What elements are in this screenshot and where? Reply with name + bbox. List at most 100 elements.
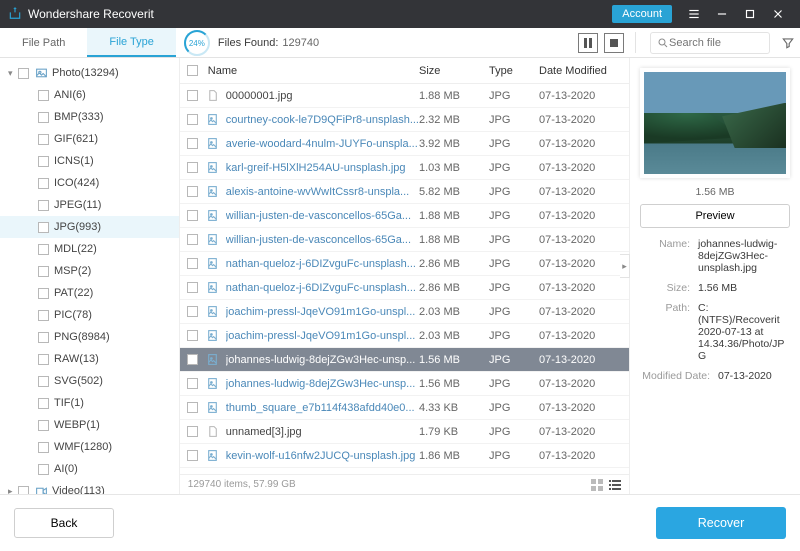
tree-item[interactable]: ICNS(1) <box>0 150 179 172</box>
col-type[interactable]: Type <box>489 65 539 77</box>
row-checkbox[interactable] <box>187 426 198 437</box>
checkbox[interactable] <box>38 156 49 167</box>
tree-photo[interactable]: ▾ Photo(13294) <box>0 62 179 84</box>
maximize-icon[interactable] <box>736 0 764 28</box>
chevron-down-icon[interactable]: ▾ <box>8 68 18 79</box>
list-view-icon[interactable] <box>609 479 621 491</box>
table-row[interactable]: unnamed[3].jpg1.79 KBJPG07-13-2020 <box>180 420 629 444</box>
pause-button[interactable] <box>578 33 598 53</box>
table-row[interactable]: thumb_square_e7b114f438afdd40e0...4.33 K… <box>180 396 629 420</box>
table-row[interactable]: averie-woodard-4nulm-JUYFo-unspla...3.92… <box>180 132 629 156</box>
recover-button[interactable]: Recover <box>656 507 786 539</box>
tree-item[interactable]: AI(0) <box>0 458 179 480</box>
checkbox[interactable] <box>38 310 49 321</box>
stop-button[interactable] <box>604 33 624 53</box>
checkbox[interactable] <box>38 420 49 431</box>
table-row[interactable]: nathan-queloz-j-6DIZvguFc-unsplash...2.8… <box>180 276 629 300</box>
tree-item[interactable]: SVG(502) <box>0 370 179 392</box>
checkbox[interactable] <box>38 442 49 453</box>
tree-item[interactable]: JPEG(11) <box>0 194 179 216</box>
checkbox[interactable] <box>38 266 49 277</box>
checkbox[interactable] <box>38 178 49 189</box>
checkbox[interactable] <box>18 486 29 495</box>
tree-item[interactable]: WMF(1280) <box>0 436 179 458</box>
file-type-tree[interactable]: ▾ Photo(13294) ANI(6)BMP(333)GIF(621)ICN… <box>0 58 180 494</box>
table-row[interactable]: alexis-antoine-wvWwItCssr8-unspla...5.82… <box>180 180 629 204</box>
checkbox[interactable] <box>38 222 49 233</box>
row-checkbox[interactable] <box>187 90 198 101</box>
files-found-label: Files Found:129740 <box>218 28 319 57</box>
tree-item[interactable]: MSP(2) <box>0 260 179 282</box>
tree-item[interactable]: WEBP(1) <box>0 414 179 436</box>
tree-item[interactable]: TIF(1) <box>0 392 179 414</box>
table-row[interactable]: johannes-ludwig-8dejZGw3Hec-unsp...1.56 … <box>180 372 629 396</box>
table-row[interactable]: kevin-wolf-u16nfw2JUCQ-unsplash.jpg1.86 … <box>180 444 629 468</box>
checkbox[interactable] <box>38 464 49 475</box>
tree-item[interactable]: PAT(22) <box>0 282 179 304</box>
tree-item[interactable]: PNG(8984) <box>0 326 179 348</box>
select-all-checkbox[interactable] <box>187 65 198 76</box>
tree-item[interactable]: MDL(22) <box>0 238 179 260</box>
row-checkbox[interactable] <box>187 330 198 341</box>
checkbox[interactable] <box>38 354 49 365</box>
row-checkbox[interactable] <box>187 282 198 293</box>
checkbox[interactable] <box>38 112 49 123</box>
tab-file-type[interactable]: File Type <box>87 28 175 57</box>
chevron-right-icon[interactable]: ▸ <box>8 486 18 495</box>
table-row[interactable]: courtney-cook-le7D9QFiPr8-unsplash...2.3… <box>180 108 629 132</box>
row-checkbox[interactable] <box>187 450 198 461</box>
tree-item[interactable]: JPG(993) <box>0 216 179 238</box>
tab-file-path[interactable]: File Path <box>0 28 87 57</box>
search-input[interactable] <box>669 37 749 49</box>
checkbox[interactable] <box>38 244 49 255</box>
filter-icon[interactable] <box>776 28 800 57</box>
tree-item[interactable]: ANI(6) <box>0 84 179 106</box>
tree-item[interactable]: BMP(333) <box>0 106 179 128</box>
grid-view-icon[interactable] <box>591 479 603 491</box>
tree-item[interactable]: PIC(78) <box>0 304 179 326</box>
preview-button[interactable]: Preview <box>640 204 790 228</box>
checkbox[interactable] <box>38 288 49 299</box>
row-checkbox[interactable] <box>187 354 198 365</box>
table-row[interactable]: joachim-pressl-JqeVO91m1Go-unspl...2.03 … <box>180 300 629 324</box>
table-row[interactable]: nathan-queloz-j-6DIZvguFc-unsplash...2.8… <box>180 252 629 276</box>
row-checkbox[interactable] <box>187 234 198 245</box>
checkbox[interactable] <box>18 68 29 79</box>
account-button[interactable]: Account <box>612 5 672 23</box>
search-box[interactable] <box>650 32 770 54</box>
row-checkbox[interactable] <box>187 162 198 173</box>
table-row[interactable]: willian-justen-de-vasconcellos-65Ga...1.… <box>180 228 629 252</box>
menu-icon[interactable] <box>680 0 708 28</box>
row-checkbox[interactable] <box>187 402 198 413</box>
tree-item[interactable]: ICO(424) <box>0 172 179 194</box>
col-name[interactable]: Name <box>206 65 419 77</box>
row-checkbox[interactable] <box>187 378 198 389</box>
table-row[interactable]: johannes-ludwig-8dejZGw3Hec-unsp...1.56 … <box>180 348 629 372</box>
row-checkbox[interactable] <box>187 114 198 125</box>
checkbox[interactable] <box>38 398 49 409</box>
tree-item[interactable]: GIF(621) <box>0 128 179 150</box>
back-button[interactable]: Back <box>14 508 114 538</box>
row-checkbox[interactable] <box>187 258 198 269</box>
row-checkbox[interactable] <box>187 210 198 221</box>
row-checkbox[interactable] <box>187 138 198 149</box>
table-row[interactable]: joachim-pressl-JqeVO91m1Go-unspl...2.03 … <box>180 324 629 348</box>
minimize-icon[interactable] <box>708 0 736 28</box>
checkbox[interactable] <box>38 90 49 101</box>
expand-preview-handle[interactable]: ▸ <box>620 254 630 278</box>
table-row[interactable]: willian-justen-de-vasconcellos-65Ga...1.… <box>180 204 629 228</box>
table-row[interactable]: karl-greif-H5lXlH254AU-unsplash.jpg1.03 … <box>180 156 629 180</box>
col-size[interactable]: Size <box>419 65 489 77</box>
checkbox[interactable] <box>38 134 49 145</box>
tree-item[interactable]: RAW(13) <box>0 348 179 370</box>
checkbox[interactable] <box>38 376 49 387</box>
row-checkbox[interactable] <box>187 306 198 317</box>
close-icon[interactable] <box>764 0 792 28</box>
checkbox[interactable] <box>38 332 49 343</box>
col-date[interactable]: Date Modified <box>539 65 629 77</box>
row-checkbox[interactable] <box>187 186 198 197</box>
tree-video[interactable]: ▸Video(113) <box>0 480 179 494</box>
table-body[interactable]: 00000001.jpg1.88 MBJPG07-13-2020courtney… <box>180 84 629 474</box>
table-row[interactable]: 00000001.jpg1.88 MBJPG07-13-2020 <box>180 84 629 108</box>
checkbox[interactable] <box>38 200 49 211</box>
